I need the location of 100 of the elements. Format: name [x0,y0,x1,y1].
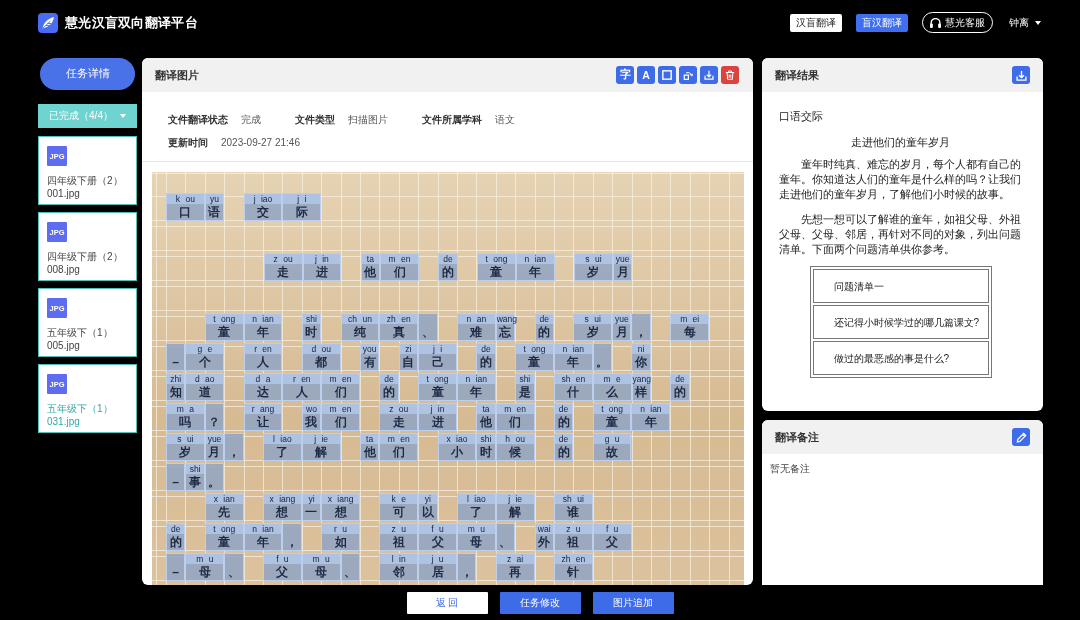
download-button[interactable] [1012,66,1030,84]
pinyin-label: de [477,344,495,354]
caret-down-icon [119,114,126,118]
character-label: 年 [528,264,543,280]
action-button[interactable]: 任务修改 [499,592,581,614]
character-label: 岁 [178,444,193,460]
pinyin-label: de [554,404,573,414]
character-label: 童 [217,534,232,550]
pinyin-label: n ian [244,314,282,324]
pinyin-label: x ian [205,494,243,504]
character-label: 父 [430,534,445,550]
character-label: 外 [537,534,552,550]
character-label: 月 [207,444,222,460]
character-label: 自 [401,354,416,370]
pinyin-label: yi [419,494,437,504]
pinyin-label: shi [477,434,495,444]
character-label: 再 [508,564,523,580]
user-menu[interactable]: 钟离 [1009,15,1041,30]
character-label: 交 [255,204,270,220]
pinyin-label: j in [419,404,456,414]
character-label: 母 [469,534,484,550]
headphones-icon [930,17,941,28]
pinyin-label: j i [283,194,321,204]
character-label: 如 [333,534,348,550]
pinyin-label: z u [554,524,592,534]
character-label: 有 [362,354,377,370]
paragraph: 童年时纯真、难忘的岁月，每个人都有自己的童年。你知道达人们的童年是什么样的吗？让我们走进他们的童年岁月，了解他们小时候的故事。 [779,157,1022,202]
pinyin-label: h ou [496,434,534,444]
pinyin-label: n an [457,314,495,324]
pinyin-label: l in [380,554,418,564]
pinyin-label: m en [380,434,418,444]
back-button[interactable]: 返 回 [406,592,488,614]
character-label: 们 [508,414,523,430]
pinyin-label: yue [613,254,632,264]
detail-label: 文件类型 [295,112,335,127]
text-tool-button[interactable]: A [637,66,655,84]
pinyin-label: yue [613,314,631,324]
character-label: 样 [634,384,649,400]
detail-value: 语文 [495,112,515,127]
file-name: 四年级下册（2）008.jpg [47,250,124,276]
character-label: 什 [565,384,581,400]
character-label: 小 [449,444,464,460]
pinyin-label: x iang [322,494,359,504]
translation-mode-tab[interactable]: 汉盲翻译 [790,13,842,32]
character-label: 他 [479,414,493,430]
pinyin-label: m u [186,554,224,564]
character-label: 么 [605,384,620,400]
table-cell: 还记得小时候学过的哪几篇课文? [812,305,989,339]
character-label: 人 [255,354,270,370]
character-label: 语 [207,204,222,220]
pinyin-label: de [535,314,553,324]
frame-tool-button[interactable] [658,66,676,84]
pinyin-label: r ang [244,404,282,414]
pinyin-label: n ian [457,374,495,384]
pinyin-label: g u [593,434,631,444]
pinyin-label: wai [535,524,553,534]
notes-text: 暂无备注 [770,462,811,476]
pinyin-label: de [671,374,689,384]
character-label: 事 [188,474,203,490]
task-details-button[interactable]: 任务详情 [40,58,135,90]
character-label: 达 [255,384,270,400]
pinyin-label: r en [283,374,321,384]
character-label: 是 [517,384,532,400]
character-label: 们 [392,264,407,280]
character-label: 可 [391,504,406,520]
character-label: 都 [314,354,329,370]
pinyin-label: shi [302,314,321,324]
character-label: 年 [469,384,484,400]
character-label: 。 [595,354,610,370]
pinyin-label: ni [632,344,650,354]
translation-mode-tab[interactable]: 盲汉翻译 [856,13,908,32]
edit-button[interactable] [1012,428,1030,446]
character-label: 一 [304,504,319,520]
character-label: 了 [469,504,484,520]
rotate-button[interactable] [679,66,697,84]
pinyin-label: shi [186,464,204,474]
character-label: 故 [605,444,620,460]
delete-button[interactable] [721,66,739,84]
panel-title: 翻译备注 [775,429,819,445]
pinyin-label: g e [186,344,224,354]
pinyin-label: yu [205,194,224,204]
pinyin-label: j ie [302,434,340,444]
character-label: ， [459,564,474,580]
character-label: 进 [430,414,445,430]
text-tool-button[interactable]: 字 [616,66,634,84]
table-cell: 问题清单一 [812,269,989,303]
pinyin-label: ta [360,434,379,444]
character-label: 人 [294,384,309,400]
character-label: 、 [498,534,513,550]
action-button[interactable]: 图片追加 [592,592,674,614]
section-heading: 口语交际 [779,109,824,124]
download-button[interactable] [700,66,718,84]
pinyin-label: de [439,254,457,264]
character-label: 纯 [352,324,367,340]
pinyin-label: m en [322,404,359,414]
pinyin-label: zhi [167,374,185,384]
character-label: 的 [556,444,571,460]
character-label: 他 [363,264,378,280]
pinyin-label: ch un [341,314,379,324]
pinyin-label: s ui [167,434,204,444]
